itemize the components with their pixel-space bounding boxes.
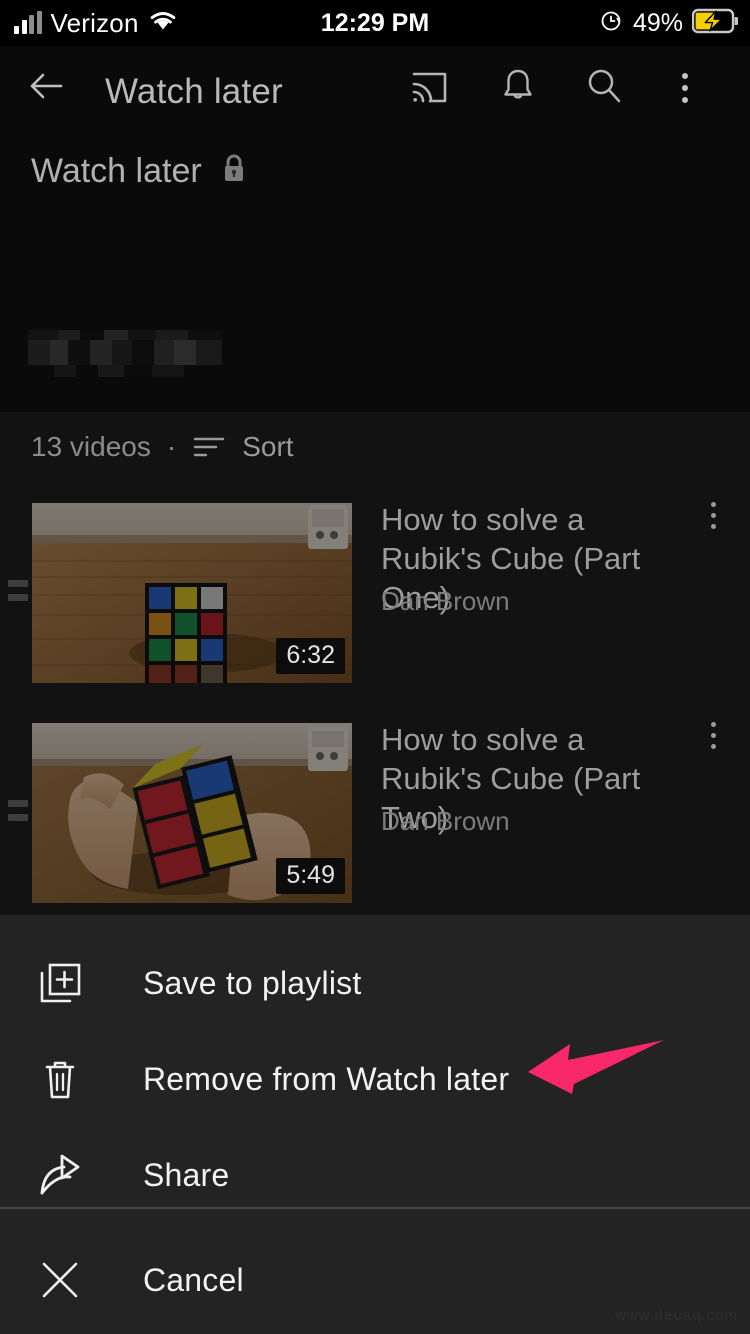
- playlist-title-row: Watch later: [31, 152, 249, 191]
- cast-icon: [412, 72, 447, 103]
- overflow-menu-button[interactable]: [672, 62, 698, 110]
- playlist-owner-redacted: [28, 330, 222, 377]
- playlist-title: Watch later: [31, 152, 202, 190]
- status-bar-right: 49%: [600, 0, 739, 46]
- search-icon: [588, 69, 621, 103]
- meta-separator: ·: [166, 431, 177, 462]
- video-channel: Dan Brown: [381, 586, 510, 616]
- cast-button[interactable]: [405, 62, 453, 110]
- video-thumbnail[interactable]: 6:32: [32, 503, 352, 683]
- screen: Verizon 12:29 PM 49% Watch later Watch l…: [0, 0, 750, 1334]
- menu-item-label: Cancel: [143, 1261, 244, 1298]
- video-count-label: 13 videos: [31, 431, 151, 462]
- app-toolbar: Watch later: [0, 46, 750, 124]
- battery-percent-label: 49%: [632, 8, 683, 37]
- sort-button[interactable]: Sort: [242, 431, 293, 463]
- menu-item-save-to-playlist[interactable]: Save to playlist: [0, 935, 750, 1031]
- share-icon: [32, 1151, 88, 1199]
- notifications-button[interactable]: [494, 62, 542, 110]
- video-duration: 6:32: [276, 638, 345, 674]
- video-overflow-button[interactable]: [711, 722, 716, 755]
- back-button[interactable]: [24, 64, 68, 108]
- bell-icon: [504, 69, 532, 99]
- rotation-lock-icon: [600, 9, 624, 38]
- search-button[interactable]: [580, 62, 628, 110]
- video-thumbnail[interactable]: 5:49: [32, 723, 352, 903]
- trash-icon: [32, 1055, 88, 1103]
- table-row[interactable]: 5:49 How to solve a Rubik's Cube (Part T…: [0, 700, 750, 920]
- playlist-add-icon: [32, 959, 88, 1007]
- menu-item-label: Save to playlist: [143, 964, 362, 1001]
- more-vertical-icon: [672, 62, 698, 103]
- list-meta-row: 13 videos · Sort: [0, 412, 750, 482]
- video-channel: Dan Brown: [381, 806, 510, 836]
- menu-item-label: Share: [143, 1156, 230, 1193]
- back-arrow-icon: [30, 73, 63, 99]
- drag-handle-icon[interactable]: [8, 580, 28, 608]
- close-icon: [32, 1256, 88, 1304]
- menu-item-label: Remove from Watch later: [143, 1060, 510, 1097]
- sort-icon[interactable]: [192, 433, 228, 461]
- video-overflow-button[interactable]: [711, 502, 716, 535]
- table-row[interactable]: 6:32 How to solve a Rubik's Cube (Part O…: [0, 480, 750, 700]
- status-bar: Verizon 12:29 PM 49%: [0, 0, 750, 46]
- pointer-arrow-icon: [526, 1026, 666, 1096]
- drag-handle-icon[interactable]: [8, 800, 28, 828]
- watermark: www.deuaq.com: [614, 1307, 738, 1324]
- playlist-header: Watch later: [0, 124, 750, 574]
- page-title: Watch later: [105, 72, 283, 111]
- playlist-video-list: 13 videos · Sort 6:32 How to solve a Rub…: [0, 412, 750, 915]
- menu-divider: [0, 1207, 750, 1209]
- lock-icon: [219, 152, 249, 191]
- battery-charging-icon: [691, 8, 739, 39]
- video-duration: 5:49: [276, 858, 345, 894]
- more-vertical-icon: [711, 722, 716, 749]
- bottom-sheet-menu: Save to playlist Remove from Watch later: [0, 915, 750, 1334]
- more-vertical-icon: [711, 502, 716, 529]
